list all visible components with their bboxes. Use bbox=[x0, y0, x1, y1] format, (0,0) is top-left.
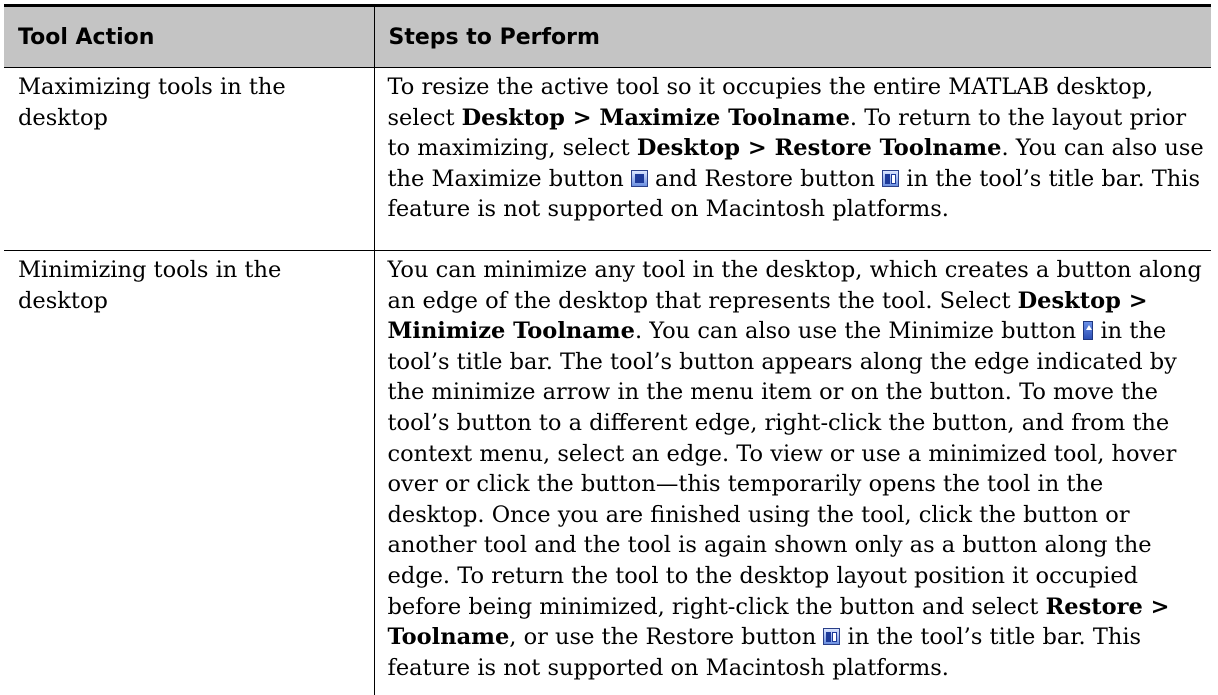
restore-button-icon bbox=[823, 628, 840, 645]
steps-cell: You can minimize any tool in the desktop… bbox=[374, 251, 1211, 695]
steps-text: in the tool’s title bar. The tool’s butt… bbox=[388, 318, 1177, 619]
header-steps-to-perform: Steps to Perform bbox=[374, 6, 1211, 68]
table-header-row: Tool Action Steps to Perform bbox=[4, 6, 1211, 68]
steps-text: and Restore button bbox=[648, 166, 882, 192]
menu-path: Desktop > Maximize Toolname bbox=[462, 105, 850, 131]
steps-cell: To resize the active tool so it occupies… bbox=[374, 68, 1211, 251]
header-tool-action: Tool Action bbox=[4, 6, 374, 68]
table-row: Maximizing tools in the desktop To resiz… bbox=[4, 68, 1211, 251]
steps-text: . You can also use the Minimize button bbox=[635, 318, 1083, 344]
maximize-button-icon bbox=[631, 170, 648, 187]
tool-actions-table: Tool Action Steps to Perform Maximizing … bbox=[4, 4, 1211, 695]
tool-action-cell: Minimizing tools in the desktop bbox=[4, 251, 374, 695]
restore-button-icon bbox=[882, 170, 899, 187]
steps-text: , or use the Restore button bbox=[509, 624, 823, 650]
menu-path: Desktop > Restore Toolname bbox=[637, 135, 1002, 161]
table-row: Minimizing tools in the desktop You can … bbox=[4, 251, 1211, 695]
minimize-button-icon bbox=[1083, 321, 1093, 340]
tool-action-cell: Maximizing tools in the desktop bbox=[4, 68, 374, 251]
